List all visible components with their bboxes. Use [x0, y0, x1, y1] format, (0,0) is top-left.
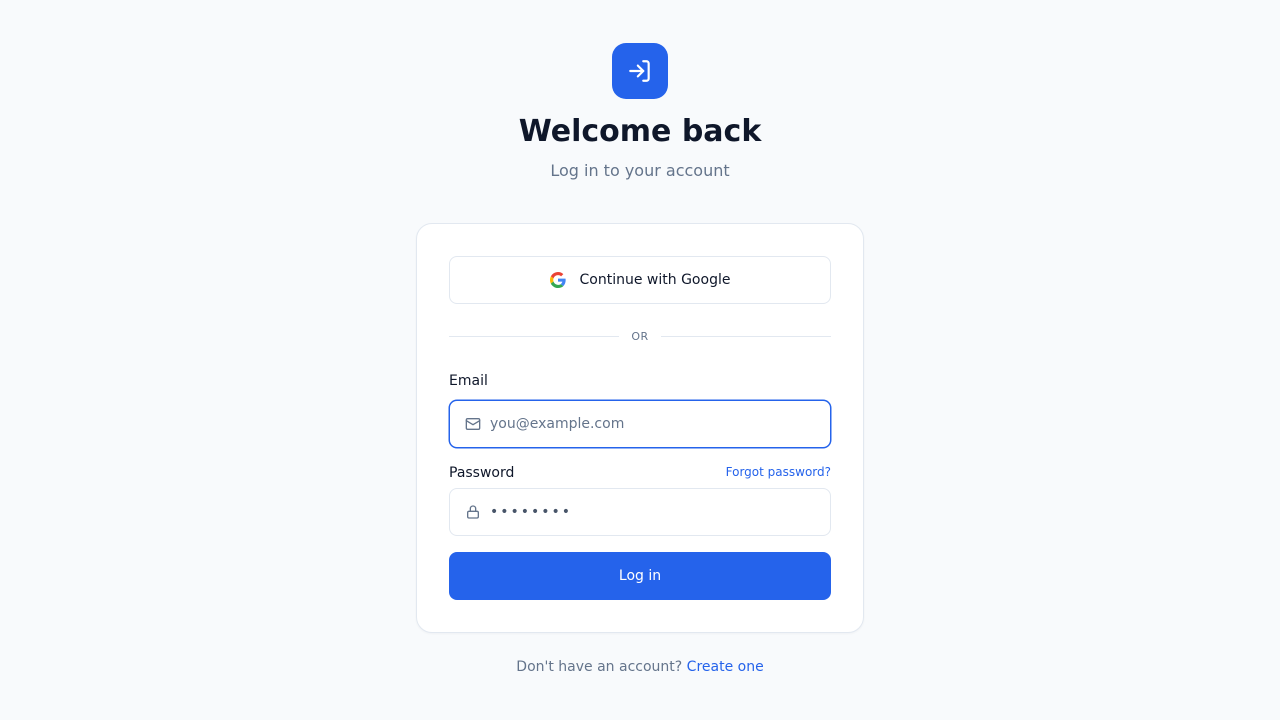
create-account-link[interactable]: Create one [687, 659, 764, 675]
password-input[interactable]: •••••••• [490, 504, 572, 520]
mail-icon [450, 400, 490, 448]
page-subtitle: Log in to your account [550, 161, 730, 180]
password-field[interactable]: •••••••• [449, 488, 831, 536]
or-divider: OR [449, 328, 831, 344]
divider-line [660, 335, 831, 337]
login-button[interactable]: Log in [449, 552, 831, 600]
email-field[interactable] [449, 400, 831, 448]
email-label: Email [449, 373, 488, 389]
password-label: Password [449, 465, 515, 481]
login-arrow-icon [612, 43, 668, 99]
forgot-password-link[interactable]: Forgot password? [726, 464, 831, 480]
divider-line [449, 335, 620, 337]
google-login-button[interactable]: Continue with Google [449, 256, 831, 304]
google-icon [549, 272, 566, 288]
email-input[interactable] [490, 401, 830, 447]
google-button-label: Continue with Google [579, 272, 731, 288]
lock-icon [450, 488, 490, 536]
signup-prompt-text: Don't have an account? [516, 659, 683, 675]
signup-prompt: Don't have an account? Create one [0, 657, 1280, 677]
login-page: Welcome back Log in to your account Cont… [0, 0, 1280, 720]
login-card: Continue with Google OR Email Password F… [416, 223, 864, 633]
divider-text: OR [631, 329, 649, 343]
page-title: Welcome back [518, 114, 762, 149]
